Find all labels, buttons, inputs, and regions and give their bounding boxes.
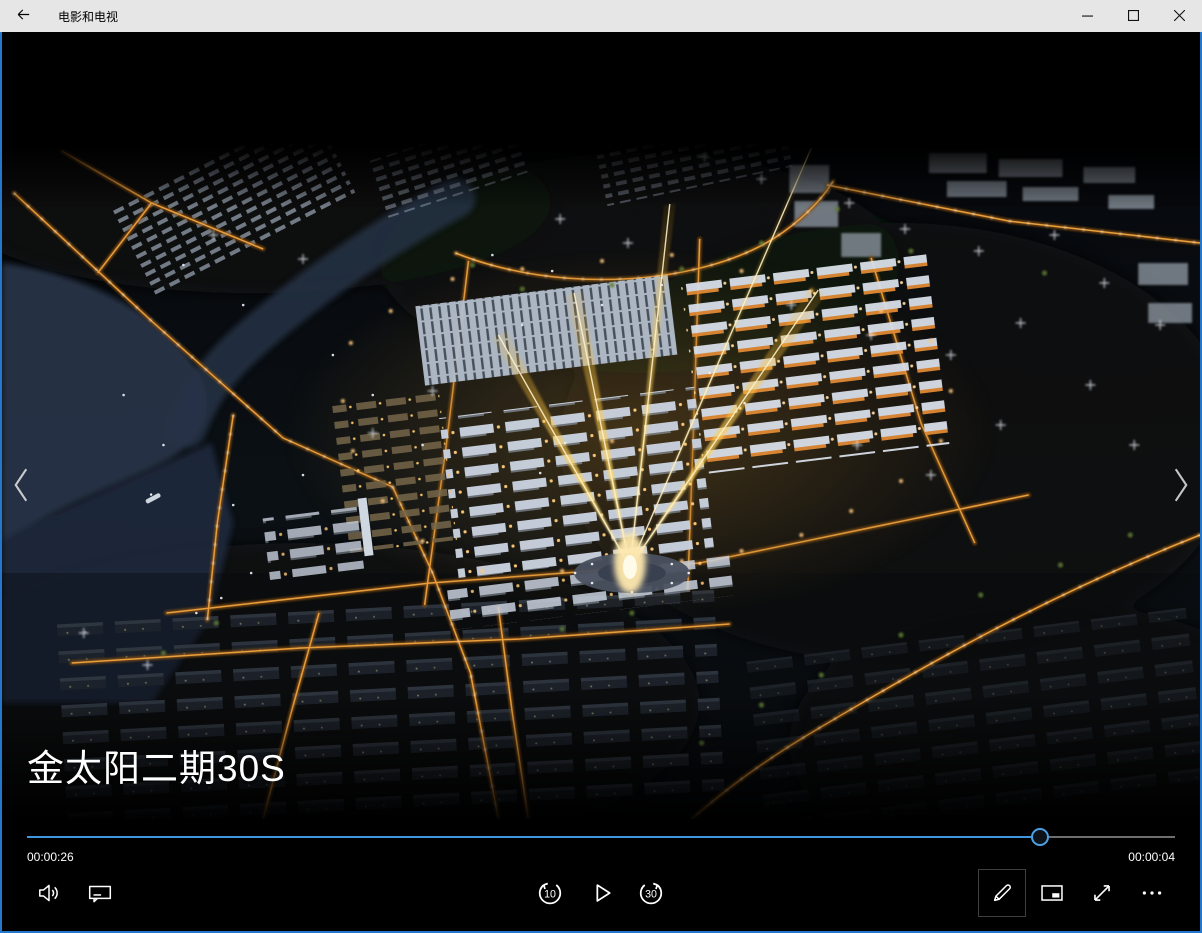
seek-progress xyxy=(27,836,1040,838)
maximize-button[interactable] xyxy=(1110,0,1156,32)
volume-button[interactable] xyxy=(25,869,73,917)
video-title-overlay: 金太阳二期30S xyxy=(27,738,286,792)
fullscreen-button[interactable] xyxy=(1078,869,1126,917)
edit-button[interactable] xyxy=(978,869,1026,917)
close-button[interactable] xyxy=(1156,0,1202,32)
seek-track[interactable] xyxy=(27,836,1175,838)
seekbar xyxy=(2,827,1200,847)
app-title: 电影和电视 xyxy=(58,8,118,25)
next-chevron-icon xyxy=(1170,492,1192,507)
remaining-time: 00:00:04 xyxy=(1128,850,1175,864)
captions-button[interactable] xyxy=(76,869,124,917)
skip-forward-button[interactable]: 30 xyxy=(627,869,675,917)
previous-chevron-icon xyxy=(10,492,32,507)
minimize-button[interactable] xyxy=(1064,0,1110,32)
mini-player-icon xyxy=(1039,880,1065,906)
titlebar: 电影和电视 xyxy=(0,0,1202,32)
back-button[interactable] xyxy=(0,0,46,32)
video-stage[interactable]: 金太阳二期30S 00:00:26 00:00:04 xyxy=(0,32,1202,933)
skip-forward-30-icon: 30 xyxy=(636,878,666,908)
video-frame xyxy=(2,143,1200,819)
maximize-icon xyxy=(1128,9,1139,24)
mini-player-button[interactable] xyxy=(1028,869,1076,917)
more-options-button[interactable] xyxy=(1128,869,1176,917)
arrow-left-icon xyxy=(15,6,32,26)
previous-button[interactable] xyxy=(4,462,38,510)
skip-back-button[interactable]: 10 xyxy=(526,869,574,917)
close-icon xyxy=(1174,9,1185,24)
play-icon xyxy=(588,879,616,907)
app-window: 电影和电视 xyxy=(0,0,1202,933)
minimize-icon xyxy=(1082,9,1093,24)
fullscreen-icon xyxy=(1089,880,1115,906)
volume-icon xyxy=(36,880,62,906)
skip-back-10-icon: 10 xyxy=(535,878,565,908)
captions-icon xyxy=(87,880,113,906)
svg-text:10: 10 xyxy=(544,888,556,900)
svg-text:30: 30 xyxy=(645,888,657,900)
elapsed-time: 00:00:26 xyxy=(27,850,74,864)
more-icon xyxy=(1139,880,1165,906)
seek-thumb[interactable] xyxy=(1031,828,1049,846)
window-controls xyxy=(1064,0,1202,32)
pen-icon xyxy=(989,880,1015,906)
next-button[interactable] xyxy=(1164,462,1198,510)
play-button[interactable] xyxy=(578,869,626,917)
